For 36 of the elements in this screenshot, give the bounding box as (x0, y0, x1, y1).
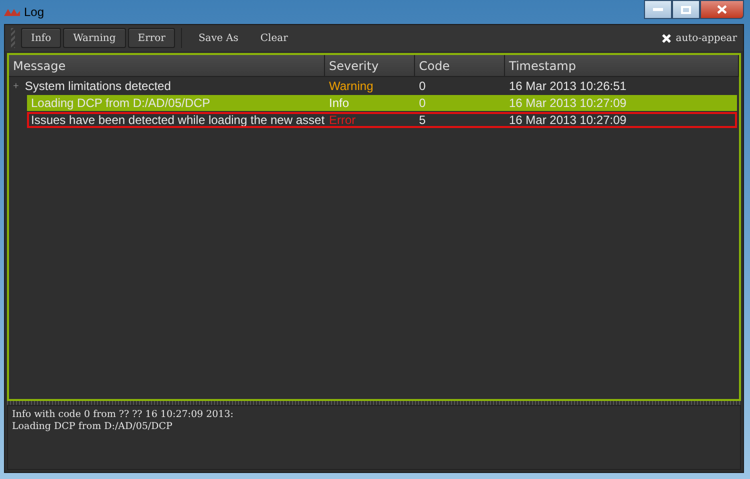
checkbox[interactable] (660, 32, 672, 44)
code-text: 5 (418, 112, 427, 128)
log-row[interactable]: Issues have been detected while loading the new asset Error 5 16 Mar 2013 10:27:09 (27, 112, 737, 128)
minimize-button[interactable] (644, 0, 672, 19)
column-header[interactable]: Timestamp (505, 55, 739, 77)
minimize-icon (653, 8, 663, 12)
timestamp-text: 16 Mar 2013 10:27:09 (508, 112, 628, 128)
app-logo-icon (4, 7, 20, 17)
details-line: Loading DCP from D:/AD/05/DCP (12, 421, 174, 433)
message-text: Issues have been detected while loading the new asset (31, 113, 325, 127)
toolbar-grip-icon[interactable] (11, 28, 15, 48)
severity-text: Error (328, 112, 357, 128)
toolbar-button[interactable]: Clear (250, 28, 298, 48)
message-text: Loading DCP from D:/AD/05/DCP (31, 96, 210, 110)
severity-text: Info (328, 95, 350, 111)
checkbox-label: auto-appear (676, 32, 737, 44)
toolbar-button[interactable]: Save As (188, 28, 248, 48)
column-header[interactable]: Code (415, 55, 505, 77)
window-title: Log (24, 5, 44, 19)
maximize-button[interactable] (672, 0, 700, 19)
close-button[interactable] (700, 0, 744, 19)
details-line: Info with code 0 from ?? ?? 16 10:27:09 2013: (12, 409, 234, 421)
code-text: 0 (418, 78, 427, 94)
filter-button[interactable]: Info (21, 28, 62, 48)
filter-button[interactable]: Warning (63, 28, 126, 48)
expand-icon[interactable]: + (13, 80, 19, 92)
severity-text: Warning (328, 78, 374, 94)
maximize-icon (681, 6, 691, 14)
close-icon (717, 5, 727, 14)
timestamp-text: 16 Mar 2013 10:26:51 (508, 78, 628, 94)
code-text: 0 (418, 95, 427, 111)
filter-button[interactable]: Error (128, 28, 176, 48)
column-header[interactable]: Severity (325, 55, 415, 77)
message-text: System limitations detected (24, 79, 171, 93)
timestamp-text: 16 Mar 2013 10:27:09 (508, 95, 628, 111)
column-header[interactable]: Message (9, 55, 325, 77)
